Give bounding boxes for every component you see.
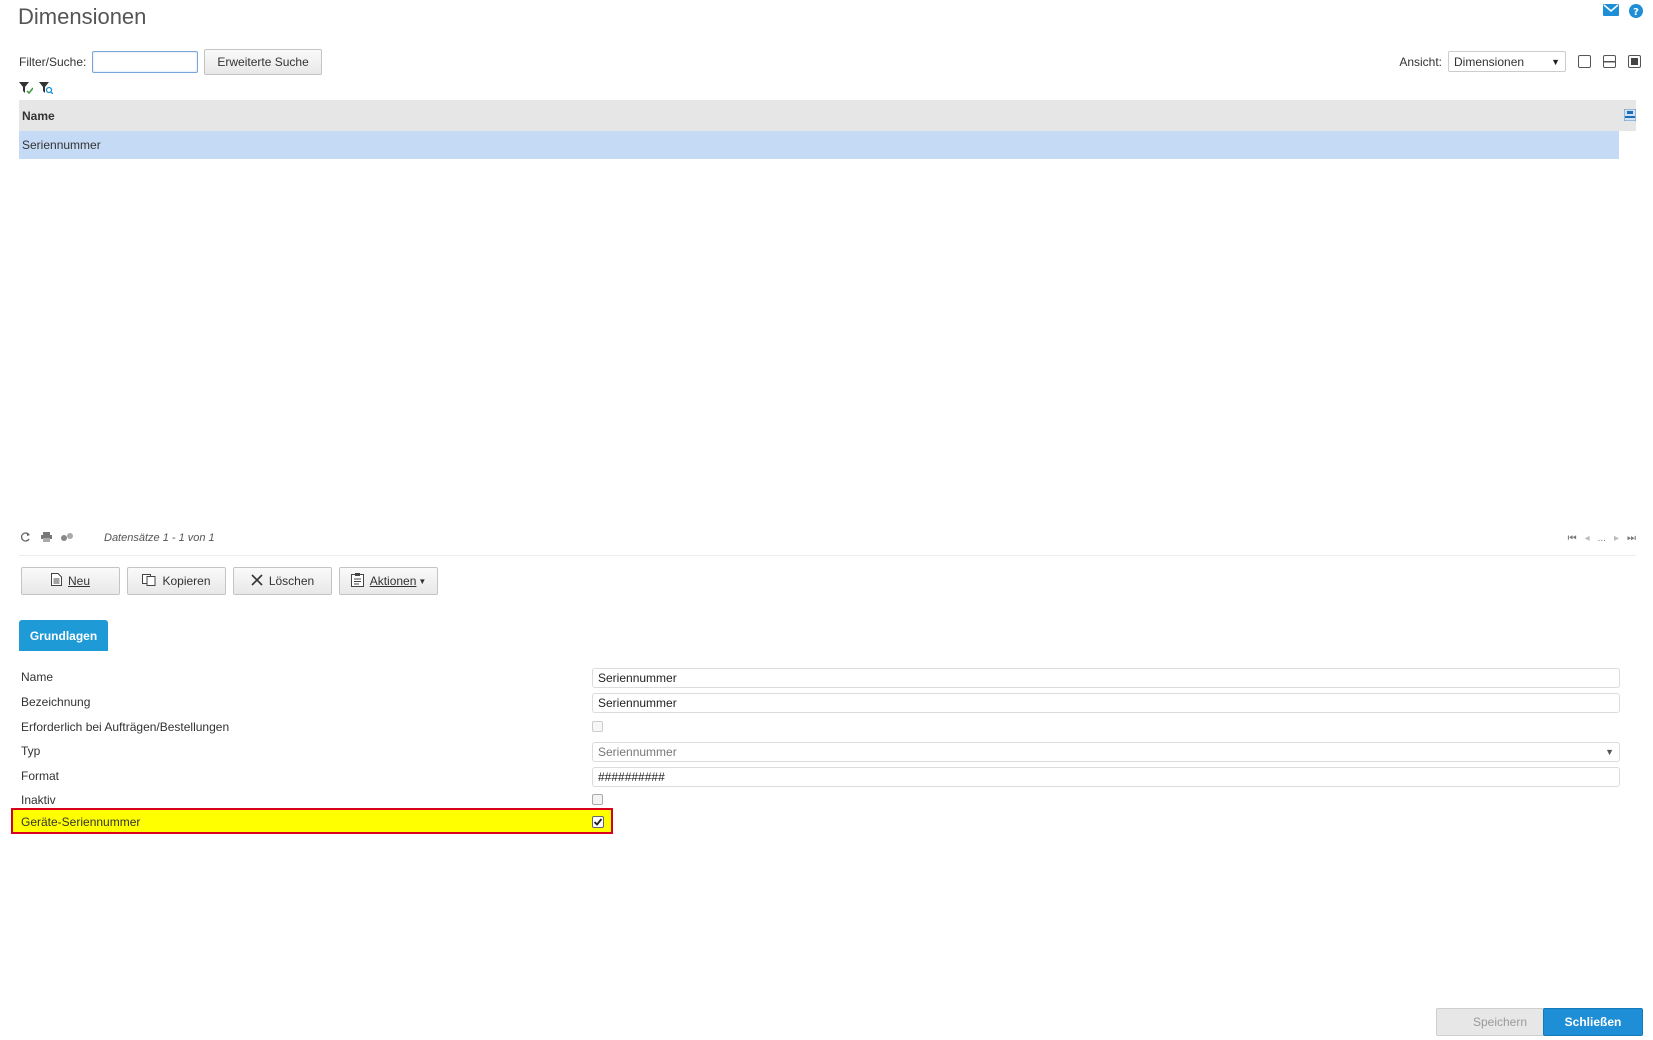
page-title: Dimensionen xyxy=(18,4,147,29)
svg-text:?: ? xyxy=(1633,7,1639,18)
inaktiv-label: Inaktiv xyxy=(21,793,56,807)
required-checkbox[interactable] xyxy=(592,721,603,732)
typ-select[interactable]: Seriennummer ▼ xyxy=(592,742,1620,762)
typ-label: Typ xyxy=(21,744,41,758)
mail-icon[interactable] xyxy=(1603,4,1619,18)
view-layout-single-icon[interactable] xyxy=(1578,55,1591,68)
format-field-value: ########## xyxy=(598,770,665,784)
required-label: Erforderlich bei Aufträgen/Bestellungen xyxy=(21,720,230,734)
checkmark-icon xyxy=(593,818,603,826)
view-select[interactable]: Dimensionen ▼ xyxy=(1448,51,1566,72)
pager: Datensätze 1 - 1 von 1 ⏮ ◂ ... ▸ ⏭ xyxy=(19,528,1636,548)
view-label: Ansicht: xyxy=(1399,54,1442,69)
grid-header: Name xyxy=(19,100,1637,131)
help-icon[interactable]: ? xyxy=(1629,4,1643,18)
close-icon xyxy=(251,573,263,589)
chevron-down-icon: ▼ xyxy=(1605,747,1614,757)
clipboard-icon xyxy=(350,572,364,590)
view-row: Ansicht: Dimensionen ▼ xyxy=(1399,51,1641,72)
device-serial-checkbox[interactable] xyxy=(592,816,604,828)
name-field[interactable]: Seriennummer xyxy=(592,668,1620,688)
settings-icon[interactable] xyxy=(60,531,74,545)
last-page-icon[interactable]: ⏭ xyxy=(1627,533,1636,544)
data-grid: Name Seriennummer xyxy=(19,100,1637,515)
filter-label: Filter/Suche: xyxy=(19,55,87,69)
column-chooser-icon[interactable] xyxy=(1623,108,1637,124)
new-button-label: Neu xyxy=(67,574,90,588)
table-row[interactable]: Seriennummer xyxy=(19,131,1619,159)
copy-button-label: Kopieren xyxy=(162,574,211,588)
filter-search-icon[interactable] xyxy=(39,82,54,97)
document-icon xyxy=(50,573,62,589)
pager-nav: ⏮ ◂ ... ▸ ⏭ xyxy=(1568,533,1636,544)
bezeichnung-label: Bezeichnung xyxy=(21,695,91,709)
format-field[interactable]: ########## xyxy=(592,767,1620,787)
close-button[interactable]: Schließen xyxy=(1543,1008,1643,1036)
bezeichnung-field-value: Seriennummer xyxy=(598,696,677,710)
actions-button[interactable]: Aktionen ▼ xyxy=(339,567,438,595)
name-label: Name xyxy=(21,670,54,684)
copy-icon xyxy=(142,573,156,589)
delete-button[interactable]: Löschen xyxy=(233,567,332,595)
chevron-down-icon: ▼ xyxy=(1551,56,1560,67)
next-page-icon[interactable]: ▸ xyxy=(1614,533,1619,544)
pager-ellipsis: ... xyxy=(1597,532,1606,544)
name-field-value: Seriennummer xyxy=(598,671,677,685)
first-page-icon[interactable]: ⏮ xyxy=(1568,533,1577,544)
filter-icons xyxy=(19,82,54,97)
print-icon[interactable] xyxy=(41,531,52,545)
copy-button[interactable]: Kopieren xyxy=(127,567,226,595)
prev-page-icon[interactable]: ◂ xyxy=(1585,533,1590,544)
divider xyxy=(19,555,1636,556)
chevron-down-icon: ▼ xyxy=(418,576,427,586)
view-select-value: Dimensionen xyxy=(1454,54,1525,69)
delete-button-label: Löschen xyxy=(268,574,315,588)
advanced-search-button[interactable]: Erweiterte Suche xyxy=(204,49,322,75)
table-cell-name: Seriennummer xyxy=(22,138,101,152)
device-serial-label: Geräte-Seriennummer xyxy=(21,815,141,829)
tab-grundlagen[interactable]: Grundlagen xyxy=(19,620,108,651)
filter-input[interactable] xyxy=(92,51,199,73)
inaktiv-checkbox[interactable] xyxy=(592,794,603,805)
grid-header-name[interactable]: Name xyxy=(22,109,55,123)
refresh-icon[interactable] xyxy=(20,531,31,545)
format-label: Format xyxy=(21,769,60,783)
actions-button-label: Aktionen xyxy=(369,574,417,588)
typ-select-value: Seriennummer xyxy=(598,745,677,759)
toolbar: Neu Kopieren Löschen Aktionen ▼ xyxy=(21,567,438,595)
top-icons: ? xyxy=(1603,4,1643,18)
view-layout-full-icon[interactable] xyxy=(1628,55,1641,68)
filter-apply-icon[interactable] xyxy=(19,82,34,97)
view-layout-split-icon[interactable] xyxy=(1603,55,1616,68)
filter-row: Filter/Suche: Erweiterte Suche xyxy=(19,49,322,75)
bezeichnung-field[interactable]: Seriennummer xyxy=(592,693,1620,713)
pager-info: Datensätze 1 - 1 von 1 xyxy=(104,532,215,544)
new-button[interactable]: Neu xyxy=(21,567,120,595)
